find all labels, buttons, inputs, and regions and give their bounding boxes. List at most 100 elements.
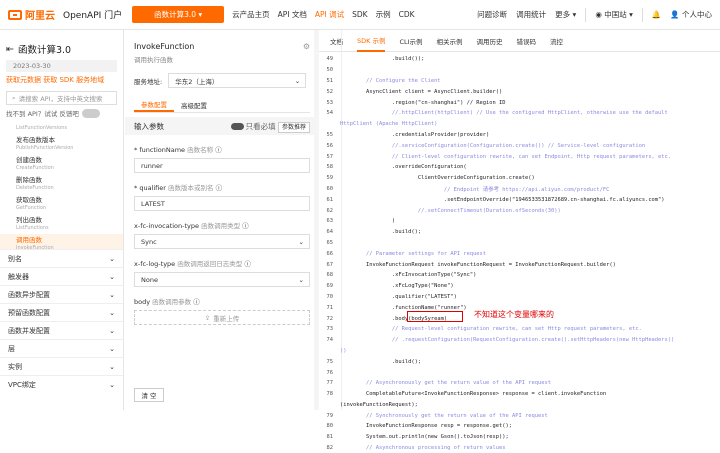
diagnose-link[interactable]: 问题诊断 [477, 9, 507, 20]
api-item[interactable]: 列出函数 ListFunctions [0, 214, 123, 234]
product-selector[interactable]: 函数计算3.0 ▾ [132, 6, 225, 23]
line-number: 80 [326, 423, 334, 430]
sdk-link[interactable]: 获取 SDK [43, 76, 74, 84]
code-tab[interactable]: 错误码 [517, 30, 537, 52]
code-line: 69 .xFcLogType("None") [319, 281, 720, 292]
line-number: 78 [326, 391, 334, 398]
tab-params[interactable]: 参数配置 [134, 97, 174, 112]
gear-icon[interactable]: ⚙ [303, 42, 310, 51]
region-switch[interactable]: ◉ 中国站 ▾ [595, 9, 633, 20]
version-select[interactable]: 2023-03-30 [6, 60, 117, 72]
api-item-en: DeleteFunction [16, 185, 54, 191]
code-line: 73 // Request-level configuration rewrit… [319, 324, 720, 335]
api-group[interactable]: 函数异步配置 ⌄ [0, 285, 123, 303]
body-label: body 函数调用参数 ⓘ [134, 298, 200, 306]
line-number: 50 [326, 67, 334, 74]
nav-item[interactable]: 云产品主页 [232, 10, 270, 19]
api-item-en: GetFunction [16, 205, 47, 211]
chevron-down-icon: ⌄ [298, 275, 304, 284]
line-number: 53 [326, 99, 334, 106]
line-number: 55 [326, 131, 334, 138]
param-input[interactable]: LATEST [134, 196, 310, 211]
line-number: 61 [326, 196, 334, 203]
line-number: 81 [326, 434, 334, 441]
feedback-line: 找不到 API？试试 反馈吧 [6, 108, 123, 118]
api-group[interactable]: VPC绑定 ⌄ [0, 375, 123, 393]
param-hint: 函数调用返回日志类型 [177, 260, 243, 268]
api-group-label: 触发器 [8, 272, 29, 281]
line-text: // Parameter settings for API request [340, 250, 487, 257]
metadata-link[interactable]: 获取元数据 [6, 76, 41, 84]
line-text: //.setConnectTimeout(Duration.ofSeconds(… [340, 207, 561, 214]
line-text: ) [340, 218, 396, 225]
code-tab[interactable]: CLI示例 [399, 30, 422, 52]
param-value: LATEST [141, 199, 165, 208]
line-text: .overrideConfiguration( [340, 164, 467, 171]
code-tab[interactable]: SDK 示例 [357, 30, 386, 52]
nav-item[interactable]: API 文档 [278, 10, 307, 19]
param-input[interactable]: None ⌄ [134, 272, 310, 287]
nav-item[interactable]: SDK [352, 10, 367, 19]
chevron-down-icon: ⌄ [298, 237, 304, 246]
line-text: // Asynchronously get the return value o… [340, 380, 551, 387]
more-menu[interactable]: 更多 ▾ [555, 9, 576, 20]
api-item-name: 删除函数 [16, 176, 42, 184]
required-toggle[interactable] [230, 123, 244, 130]
nav-item[interactable]: 示例 [376, 10, 391, 19]
code-tab[interactable]: 流控 [550, 30, 563, 52]
nav-item[interactable]: API 调试 [315, 10, 344, 19]
divider [585, 7, 587, 22]
line-number: 60 [326, 185, 334, 192]
line-number: 70 [326, 293, 334, 300]
regions-link[interactable]: 服务地域 [76, 76, 104, 84]
api-item[interactable]: 创建函数 CreateFunction [0, 154, 123, 174]
api-group[interactable]: 别名 ⌄ [0, 249, 123, 267]
code-line: 63 ) [319, 216, 720, 227]
param-label: * qualifier 函数版本或别名 ⓘ [134, 184, 223, 192]
code-line: 79 // Synchronously get the return value… [319, 410, 720, 421]
aliyun-logo[interactable]: 阿里云 [8, 7, 55, 22]
api-groups: 别名 ⌄ 触发器 ⌄ 函数异步配置 ⌄ 预留函数配置 ⌄ 函数并发配置 ⌄ 层 ⌄ 实例 ⌄ VPC绑定 ⌄ [0, 249, 123, 393]
filter-toggle[interactable] [81, 108, 100, 118]
param-input[interactable]: Sync ⌄ [134, 234, 310, 249]
api-item-name: 创建函数 [16, 156, 42, 164]
sidebar: ⇤ 函数计算3.0 2023-03-30 获取元数据 获取 SDK 服务地域 ⌕ 请… [0, 30, 124, 410]
clear-button[interactable]: 清 空 [134, 388, 164, 402]
api-item[interactable]: 获取函数 GetFunction [0, 194, 123, 214]
code-tab[interactable]: 调用历史 [477, 30, 503, 52]
api-item[interactable]: ListFunctionVersions [0, 122, 123, 134]
bell-icon[interactable]: 🔔 [652, 10, 661, 19]
api-group[interactable]: 实例 ⌄ [0, 357, 123, 375]
recommend-button[interactable]: 参数推荐 [277, 121, 310, 133]
line-number: 74 [326, 337, 334, 344]
reupload-button[interactable]: ⇪ 重新上传 [134, 310, 310, 325]
api-group[interactable]: 预留函数配置 ⌄ [0, 303, 123, 321]
api-group[interactable]: 层 ⌄ [0, 339, 123, 357]
api-search-input[interactable]: ⌕ 请搜索 API，支持中英文搜索 [6, 91, 117, 105]
code-line: 57 // Client-level configuration rewrite… [319, 151, 720, 162]
api-group-label: 别名 [8, 254, 22, 263]
line-text: CompletableFuture<InvokeFunctionResponse… [340, 391, 607, 398]
param-label: * functionName 函数名称 ⓘ [134, 146, 222, 154]
code-tab[interactable]: 相关示例 [437, 30, 463, 52]
api-item-name: 调用函数 [16, 236, 42, 244]
line-text: AsyncClient client = AsyncClient.builder… [340, 88, 503, 95]
help-icon: ⓘ [213, 184, 223, 192]
api-item[interactable]: 删除函数 DeleteFunction [0, 174, 123, 194]
region-select[interactable]: 华东2（上海） ⌄ [168, 73, 307, 88]
code-line: 50 [319, 65, 720, 76]
chevron-down-icon: ⌄ [109, 290, 115, 299]
api-item[interactable]: 调用函数 InvokeFunction [0, 234, 123, 249]
nav-item[interactable]: CDK [399, 10, 415, 19]
stats-link[interactable]: 调用统计 [516, 9, 546, 20]
code-line: 80 InvokeFunctionResponse resp = respons… [319, 421, 720, 432]
api-group[interactable]: 触发器 ⌄ [0, 267, 123, 285]
param-input[interactable]: runner [134, 158, 310, 173]
back-icon[interactable]: ⇤ [6, 44, 14, 55]
tab-advanced[interactable]: 高级配置 [174, 97, 214, 112]
code-line: 77 // Asynchronously get the return valu… [319, 378, 720, 389]
code-line: 75 .build(); [319, 356, 720, 367]
api-group[interactable]: 函数并发配置 ⌄ [0, 321, 123, 339]
api-item[interactable]: 发布函数版本 PublishFunctionVersion [0, 134, 123, 154]
user-center[interactable]: 👤 个人中心 [670, 9, 712, 20]
